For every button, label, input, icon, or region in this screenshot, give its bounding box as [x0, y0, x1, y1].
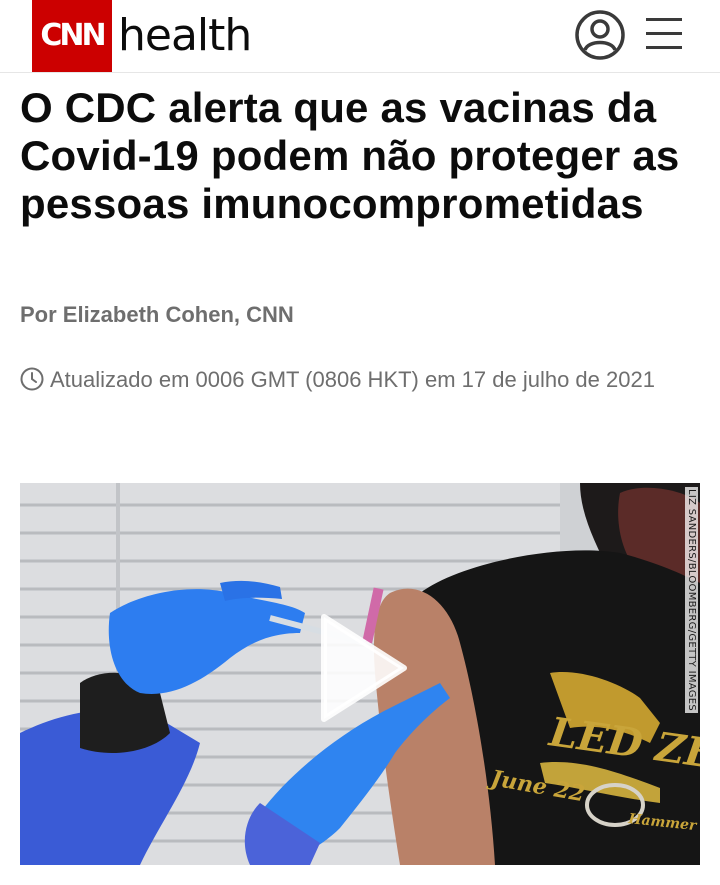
play-icon[interactable] [316, 613, 408, 723]
cnn-logo-text: CNN [40, 18, 106, 53]
hamburger-menu-icon[interactable] [644, 14, 684, 54]
top-navigation-bar: CNN health [0, 0, 720, 73]
section-name-health[interactable]: health [118, 8, 252, 64]
timestamp-text: Atualizado em 0006 GMT (0806 HKT) em 17 … [50, 367, 655, 392]
article-headline: O CDC alerta que as vacinas da Covid-19 … [20, 84, 680, 227]
article-byline[interactable]: Por Elizabeth Cohen, CNN [20, 302, 294, 328]
photo-credit: LIZ SANDERS/BLOOMBERG/GETTY IMAGES [685, 487, 698, 714]
article-timestamp: Atualizado em 0006 GMT (0806 HKT) em 17 … [20, 362, 700, 398]
cnn-logo[interactable]: CNN [32, 0, 112, 72]
user-circle-icon[interactable] [574, 9, 626, 61]
video-player[interactable]: LED ZEPPELIN June 22 Hammer LIZ SANDERS/BL… [20, 483, 700, 865]
clock-icon [20, 367, 44, 391]
